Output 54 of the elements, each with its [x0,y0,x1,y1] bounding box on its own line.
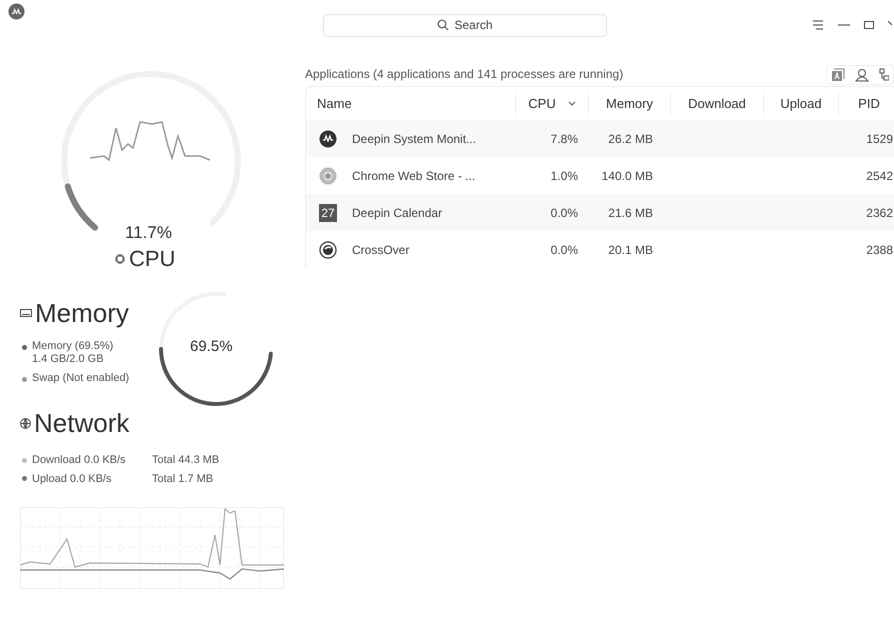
memory-cell-text: 26.2 MB [607,130,653,148]
rate-label: Download 0.0 KB/s [32,453,127,468]
column-header[interactable]: Download [671,92,764,114]
ring-app-icon [319,240,337,258]
cpu-cell-text: 0.0% [550,242,578,258]
rate-label: Upload 0.0 KB/s [32,472,112,486]
gauge-app-icon [319,130,337,148]
process-name: Deepin Calendar [352,204,442,222]
column-header[interactable]: Upload [764,92,839,114]
calendar-app-icon: 27 [319,204,337,222]
cpu-cell-text: 1.0% [550,168,578,184]
pid-cell-text: 1529 [865,130,894,148]
cpu-cell-text: 0.0% [550,204,578,222]
menu-icon[interactable] [812,20,824,30]
memory-title: Memory [35,298,129,328]
app-logo-icon [8,3,25,20]
process-row[interactable]: 27 Deepin Calendar 0.0% 21.6 MB 2362 [306,194,894,231]
chip-icon [114,253,126,265]
process-name: Deepin System Monit... [352,130,476,148]
legend-label: Swap (Not enabled) [32,372,130,385]
globe-icon [20,418,31,428]
network-title: Network [34,408,130,438]
cpu-cell-text: 7.8% [550,130,578,148]
total-label: Total 1.7 MB [152,472,214,486]
memory-percentage: 69.5% [190,337,233,357]
cpu-percentage: 11.7% [125,222,172,244]
summary-text: Applications (4 applications and 141 processes are running) [305,66,624,83]
column-header[interactable]: CPU [516,92,589,114]
memory-module-icon [20,309,32,317]
process-name: Chrome Web Store - ... [352,168,476,184]
process-row[interactable]: Deepin System Monit... 7.8% 26.2 MB 1529 [306,120,894,157]
search-field[interactable]: Search [323,14,607,36]
memory-cell-text: 140.0 MB [600,168,653,184]
column-header[interactable]: Name [306,92,516,114]
maximize-icon[interactable] [864,21,874,29]
column-header[interactable]: PID [839,92,894,114]
pid-cell-text: 2542 [865,168,894,184]
tree-view-icon[interactable] [879,68,889,82]
memory-cell-text: 21.6 MB [607,204,653,222]
minimize-icon[interactable] [838,24,850,26]
memory-cell-text: 20.1 MB [607,242,653,258]
user-icon[interactable] [855,68,869,82]
cpu-title: CPU [129,246,176,272]
column-header[interactable]: Memory [589,92,671,114]
process-name: CrossOver [352,242,410,258]
legend-label: Memory (69.5%) [32,340,114,353]
search-icon [437,19,450,31]
pid-cell-text: 2362 [865,204,894,222]
app-view-icon[interactable] [831,68,845,82]
browser-app-icon [319,166,337,184]
search-placeholder: Search [454,17,493,34]
total-label: Total 44.3 MB [152,453,220,468]
legend-detail: 1.4 GB/2.0 GB [32,353,105,366]
pid-cell-text: 2388 [865,242,894,258]
